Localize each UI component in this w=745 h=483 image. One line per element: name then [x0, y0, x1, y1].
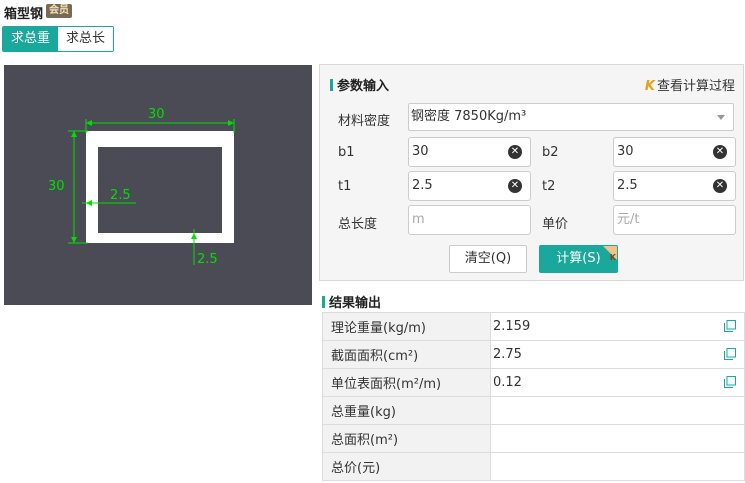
result-label: 理论重量(kg/m)	[322, 312, 491, 341]
param-title-text: 参数输入	[337, 79, 390, 94]
length-input[interactable]: m	[408, 205, 531, 235]
result-label: 截面面积(cm²)	[322, 340, 491, 369]
price-input[interactable]: 元/t	[613, 205, 736, 235]
arrow-top-right	[228, 120, 234, 126]
result-value-cell: 0.12	[490, 368, 745, 397]
table-row: 总面积(m²)	[322, 424, 745, 453]
page-title: 箱型钢	[4, 7, 44, 22]
box-steel-drawing: 30 30 2.5 2.5	[48, 107, 235, 267]
length-label: 总长度	[338, 217, 378, 232]
result-value-cell	[490, 424, 745, 453]
param-input-panel: 参数输入 K 查看计算过程 材料密度 钢密度 7850Kg/m³ b1 30 ✕ …	[319, 64, 744, 281]
result-table: 理论重量(kg/m) 2.159 截面面积(cm²) 2.75 单位表面积(m²…	[322, 312, 745, 481]
t1-value: 2.5	[412, 178, 433, 193]
tab-total-length[interactable]: 求总长	[58, 27, 114, 51]
dim-label-t1: 2.5	[110, 188, 131, 203]
vip-badge-label: 会员	[49, 5, 69, 16]
view-calc-process-link[interactable]: K 查看计算过程	[645, 75, 735, 94]
result-value: 2.75	[493, 347, 522, 362]
copy-icon[interactable]	[724, 376, 736, 388]
dim-label-top: 30	[148, 107, 165, 122]
table-row: 单位表面积(m²/m) 0.12	[322, 368, 745, 397]
table-row: 总重量(kg)	[322, 396, 745, 425]
price-label: 单价	[542, 217, 569, 232]
b1-value: 30	[412, 144, 429, 159]
b1-label: b1	[338, 145, 355, 160]
result-label: 总重量(kg)	[322, 396, 491, 425]
result-value: 2.159	[493, 319, 531, 334]
material-select-value: 钢密度 7850Kg/m³	[411, 109, 527, 124]
vip-badge: 会员	[46, 4, 72, 18]
table-row: 总价(元)	[322, 452, 745, 481]
dim-label-left: 30	[48, 179, 65, 194]
copy-icon[interactable]	[724, 348, 736, 360]
clear-button[interactable]: 清空(Q)	[449, 245, 527, 273]
b2-input[interactable]: 30 ✕	[613, 137, 736, 167]
result-value: 0.12	[493, 375, 522, 390]
arrow-left-bottom	[71, 237, 77, 243]
b2-value: 30	[617, 144, 634, 159]
table-row: 理论重量(kg/m) 2.159	[322, 312, 745, 341]
material-select[interactable]: 钢密度 7850Kg/m³	[408, 103, 734, 131]
result-label: 总面积(m²)	[322, 424, 491, 453]
dim-label-t2: 2.5	[197, 252, 218, 267]
chevron-down-icon	[717, 115, 725, 120]
clear-icon[interactable]: ✕	[713, 179, 727, 193]
material-label: 材料密度	[338, 114, 391, 129]
result-value-cell	[490, 396, 745, 425]
b2-label: b2	[542, 145, 559, 160]
clear-icon[interactable]: ✕	[713, 145, 727, 159]
result-value-cell	[490, 452, 745, 481]
section-bar	[330, 79, 333, 91]
section-bar	[322, 296, 325, 308]
t2-label: t2	[542, 179, 556, 194]
result-title-text: 结果输出	[329, 296, 382, 311]
t1-input[interactable]: 2.5 ✕	[408, 171, 531, 201]
t1-label: t1	[338, 179, 352, 194]
result-label: 单位表面积(m²/m)	[322, 368, 491, 397]
calculate-button-label: 计算(S)	[556, 251, 601, 266]
vip-k-icon: K	[644, 79, 655, 94]
param-section-title: 参数输入	[330, 75, 389, 94]
result-value-cell: 2.75	[490, 340, 745, 369]
cross-section-diagram: 30 30 2.5 2.5	[4, 65, 312, 305]
t2-value: 2.5	[617, 178, 638, 193]
result-value-cell: 2.159	[490, 312, 745, 341]
table-row: 截面面积(cm²) 2.75	[322, 340, 745, 369]
view-calc-process-text: 查看计算过程	[656, 79, 735, 94]
calculate-button[interactable]: 计算(S) K	[539, 245, 618, 273]
clear-icon[interactable]: ✕	[508, 145, 522, 159]
arrow-left-top	[71, 131, 77, 137]
vip-corner-k-icon: K	[609, 253, 616, 262]
price-placeholder: 元/t	[617, 212, 640, 227]
length-placeholder: m	[412, 212, 425, 227]
clear-icon[interactable]: ✕	[508, 179, 522, 193]
result-section-title: 结果输出	[322, 292, 381, 311]
arrow-top-left	[86, 120, 92, 126]
b1-input[interactable]: 30 ✕	[408, 137, 531, 167]
t2-input[interactable]: 2.5 ✕	[613, 171, 736, 201]
copy-icon[interactable]	[724, 320, 736, 332]
tab-total-weight[interactable]: 求总重	[3, 27, 59, 51]
result-label: 总价(元)	[322, 452, 491, 481]
mode-tabs: 求总重 求总长	[2, 26, 115, 52]
